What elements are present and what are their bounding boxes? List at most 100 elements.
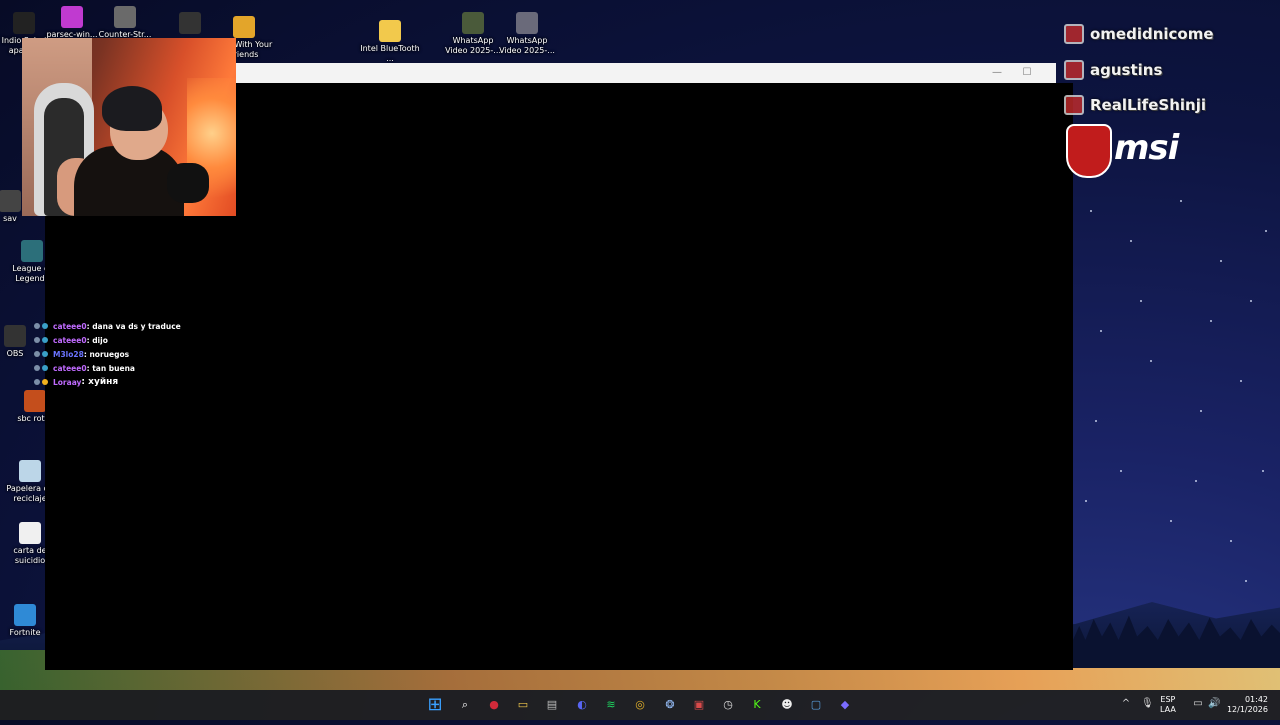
star xyxy=(1240,380,1242,382)
star xyxy=(1245,580,1247,582)
chat-text: : хуйня xyxy=(81,377,119,387)
chat-username[interactable]: cateee0 xyxy=(53,322,87,331)
star xyxy=(1220,260,1222,262)
desktop-icon-label: WhatsApp Video 2025-... xyxy=(499,36,555,55)
star xyxy=(1200,410,1202,412)
search-icon[interactable]: ⌕ xyxy=(455,695,475,715)
chat-text: : dijo xyxy=(86,335,108,345)
stream-chat: cateee0: dana va ds y traduce cateee0: di… xyxy=(34,319,294,389)
desktop-app-icon xyxy=(13,12,35,34)
spotify-icon[interactable]: ≋ xyxy=(601,695,621,715)
chat-username[interactable]: Loraay xyxy=(53,378,81,387)
desktop-app-icon xyxy=(61,6,83,28)
overlay-name-row: RealLifeShinji xyxy=(1058,91,1228,119)
msi-brand-text: msi xyxy=(1114,128,1179,168)
chat-message: cateee0: dana va ds y traduce xyxy=(34,319,294,333)
star xyxy=(1095,420,1097,422)
desktop-app-icon xyxy=(233,16,255,38)
msi-logo: msi xyxy=(1066,124,1226,178)
desktop-icon[interactable]: parsec-win... xyxy=(42,6,102,40)
microphone-icon[interactable]: 🎙 xyxy=(1141,698,1154,710)
desktop-icon[interactable]: WhatsApp Video 2025-... xyxy=(497,12,557,56)
desktop-app-icon xyxy=(114,6,136,28)
video-app-icon[interactable]: ▣ xyxy=(689,695,709,715)
file-explorer-icon[interactable]: ▭ xyxy=(513,695,533,715)
minimize-button[interactable]: — xyxy=(983,65,1011,81)
star xyxy=(1130,240,1132,242)
desktop-icon-label: Intel BlueTooth ... xyxy=(360,44,420,63)
tray-chevron-icon[interactable]: ^ xyxy=(1120,698,1132,710)
chat-message: M3lo28: noruegos xyxy=(34,347,294,361)
chat-badge-icon xyxy=(42,365,48,371)
app-blue-icon[interactable]: ❂ xyxy=(660,695,680,715)
overlay-username: RealLifeShinji xyxy=(1090,96,1206,114)
overlay-name-row: agustins xyxy=(1058,56,1228,84)
desktop-app-icon xyxy=(179,12,201,34)
language-indicator[interactable]: ESP LAA xyxy=(1160,695,1176,725)
star xyxy=(1250,300,1252,302)
star xyxy=(1262,470,1264,472)
msi-shield-icon xyxy=(1066,124,1112,178)
desktop-app-icon xyxy=(379,20,401,42)
windows-start-icon[interactable]: ⊞ xyxy=(425,695,445,715)
overlay-name-row: omedidnicome xyxy=(1058,20,1228,48)
desktop-icon-label: WhatsApp Video 2025-... xyxy=(445,36,501,55)
desktop-app-icon xyxy=(462,12,484,34)
webcam-overlay xyxy=(22,38,236,216)
star xyxy=(1100,330,1102,332)
desktop-app-icon xyxy=(4,325,26,347)
chat-text: : noruegos xyxy=(83,349,130,359)
star xyxy=(1120,470,1122,472)
discord-icon[interactable]: ◐ xyxy=(572,695,592,715)
chat-username[interactable]: cateee0 xyxy=(53,336,87,345)
desktop-icon[interactable]: WhatsApp Video 2025-... xyxy=(443,12,503,56)
overlay-username: omedidnicome xyxy=(1090,25,1214,43)
chat-message: cateee0: tan buena xyxy=(34,361,294,375)
chat-username[interactable]: cateee0 xyxy=(53,364,87,373)
chrome-icon[interactable]: ◎ xyxy=(630,695,650,715)
chat-badge-icon xyxy=(34,337,40,343)
star xyxy=(1265,230,1267,232)
chat-text: : dana va ds y traduce xyxy=(86,321,181,331)
chat-badge-icon xyxy=(42,351,48,357)
chat-badge-icon xyxy=(34,379,40,385)
desktop-app-icon xyxy=(19,460,41,482)
desktop-icon[interactable] xyxy=(160,12,220,36)
chat-badge-icon xyxy=(42,337,48,343)
webcam-microphone xyxy=(167,163,209,203)
desktop-icon[interactable]: Counter-Str... xyxy=(95,6,155,40)
chat-badge-icon xyxy=(34,365,40,371)
app-face-icon[interactable]: ☻ xyxy=(777,695,797,715)
desktop-app-icon xyxy=(516,12,538,34)
chat-badge-icon xyxy=(42,323,48,329)
star xyxy=(1195,480,1197,482)
desktop-icon[interactable]: Intel BlueTooth ... xyxy=(360,20,420,64)
chat-username[interactable]: M3lo28 xyxy=(53,350,84,359)
app-diamond-icon[interactable]: ◆ xyxy=(835,695,855,715)
chat-message: Loraay: хуйня xyxy=(34,375,294,389)
app-clock-icon[interactable]: ◷ xyxy=(718,695,738,715)
star xyxy=(1140,300,1142,302)
app-gray-icon[interactable]: ▤ xyxy=(542,695,562,715)
taskbar: ⊞ ⌕ ● ▭ ▤ ◐ ≋ ◎ ❂ ▣ ◷ K ☻ ▢ ◆ ^ 🎙 ESP LAA ▭ 🔊 01:42 12… xyxy=(0,690,1280,720)
app-red-icon[interactable]: ● xyxy=(484,695,504,715)
kick-icon[interactable]: K xyxy=(747,695,767,715)
chat-text: : tan buena xyxy=(86,363,135,373)
language-code: ESP xyxy=(1160,695,1176,704)
gift-icon xyxy=(1064,24,1084,44)
star xyxy=(1090,210,1092,212)
desktop-app-icon xyxy=(14,604,36,626)
desktop-app-icon xyxy=(24,390,46,412)
desktop-app-icon xyxy=(0,190,21,212)
gift-icon xyxy=(1064,60,1084,80)
network-icon[interactable]: ▭ xyxy=(1192,698,1204,710)
star xyxy=(1210,320,1212,322)
gift-icon xyxy=(1064,95,1084,115)
window-titlebar[interactable]: — ☐ xyxy=(236,63,1056,84)
chat-message: cateee0: dijo xyxy=(34,333,294,347)
clock[interactable]: 01:42 12/1/2026 xyxy=(1227,695,1268,725)
volume-icon[interactable]: 🔊 xyxy=(1208,698,1220,710)
keyboard-layout: LAA xyxy=(1160,705,1176,714)
app-window-icon[interactable]: ▢ xyxy=(806,695,826,715)
maximize-button[interactable]: ☐ xyxy=(1013,65,1041,81)
